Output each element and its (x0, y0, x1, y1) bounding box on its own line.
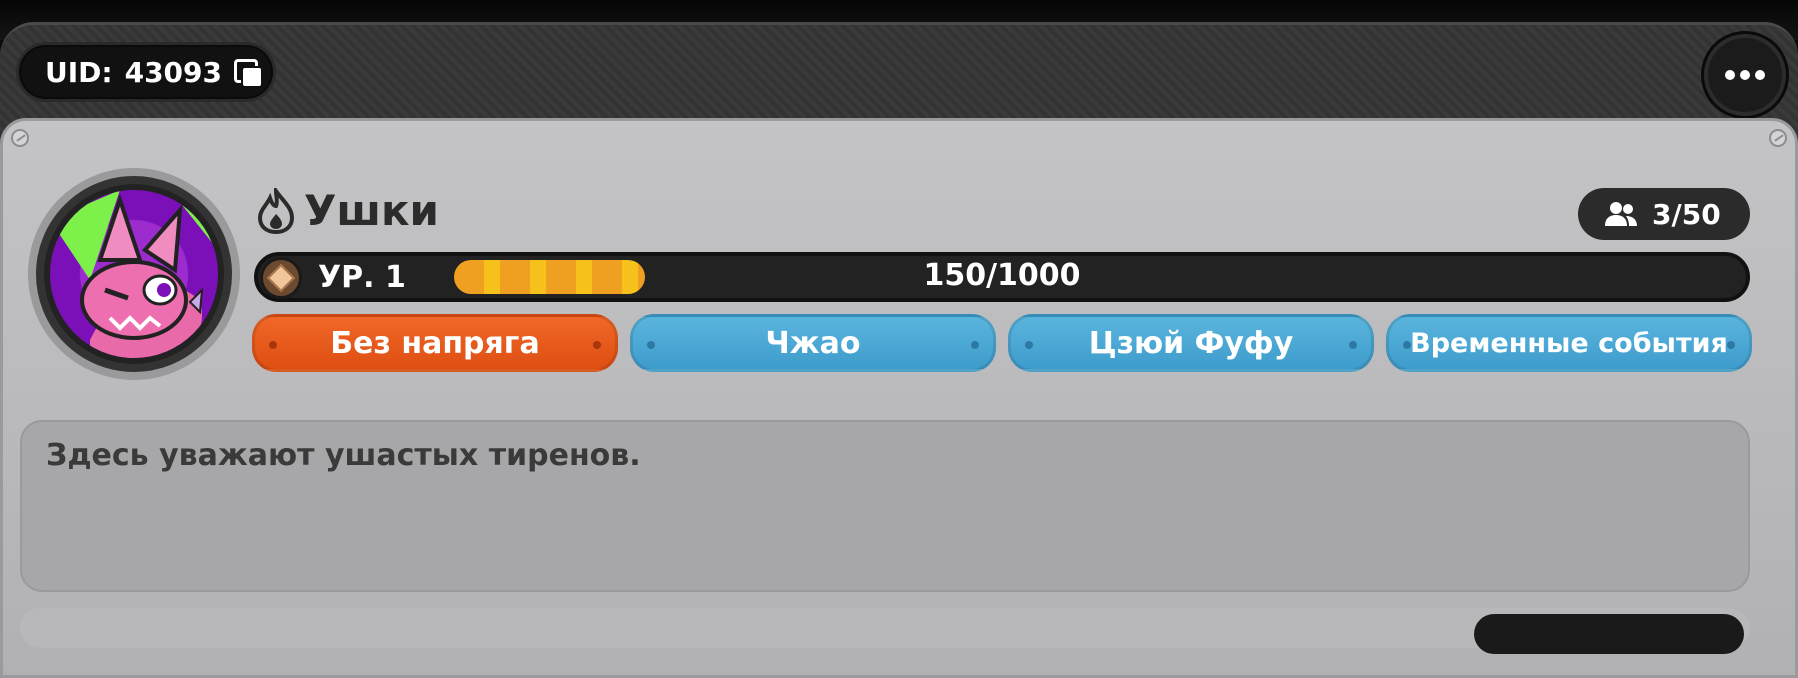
guild-title: Ушки (256, 186, 439, 235)
screw-icon (1769, 129, 1787, 147)
members-count-badge[interactable]: 3/50 (1578, 188, 1750, 240)
screw-icon (11, 129, 29, 147)
more-options-button[interactable] (1704, 34, 1786, 116)
members-icon (1605, 202, 1637, 226)
rabbit-emblem-icon (50, 190, 218, 358)
guild-name: Ушки (304, 186, 439, 235)
tag-chip[interactable]: Временные события (1386, 314, 1752, 372)
uid-label: UID: (45, 55, 113, 89)
tag-chip[interactable]: Чжао (630, 314, 996, 372)
tag-label: Цзюй Фуфу (1088, 325, 1294, 361)
xp-text: 150/1000 (923, 258, 1081, 293)
more-icon-dot (1755, 70, 1765, 80)
more-icon-dot (1740, 70, 1750, 80)
guild-avatar[interactable] (28, 168, 240, 380)
flame-icon (257, 187, 295, 234)
avatar-emblem (50, 190, 218, 358)
uid-pill[interactable]: UID: 43093 (16, 42, 276, 102)
copy-icon[interactable] (234, 59, 264, 88)
tag-chip[interactable]: Без напряга (252, 314, 618, 372)
guild-level-bar: УР. 1 150/1000 (254, 252, 1750, 302)
bottom-action-button[interactable] (1474, 614, 1744, 654)
uid-value: 43093 (124, 55, 223, 89)
guild-description: Здесь уважают ушастых тиренов. (20, 420, 1750, 592)
description-text: Здесь уважают ушастых тиренов. (46, 438, 641, 473)
tag-label: Чжао (765, 325, 861, 361)
members-count: 3/50 (1652, 197, 1721, 231)
avatar-frame (36, 176, 232, 372)
tag-chip[interactable]: Цзюй Фуфу (1008, 314, 1374, 372)
tag-label: Без напряга (330, 325, 540, 361)
tag-label: Временные события (1410, 327, 1728, 359)
more-icon-dot (1725, 70, 1735, 80)
